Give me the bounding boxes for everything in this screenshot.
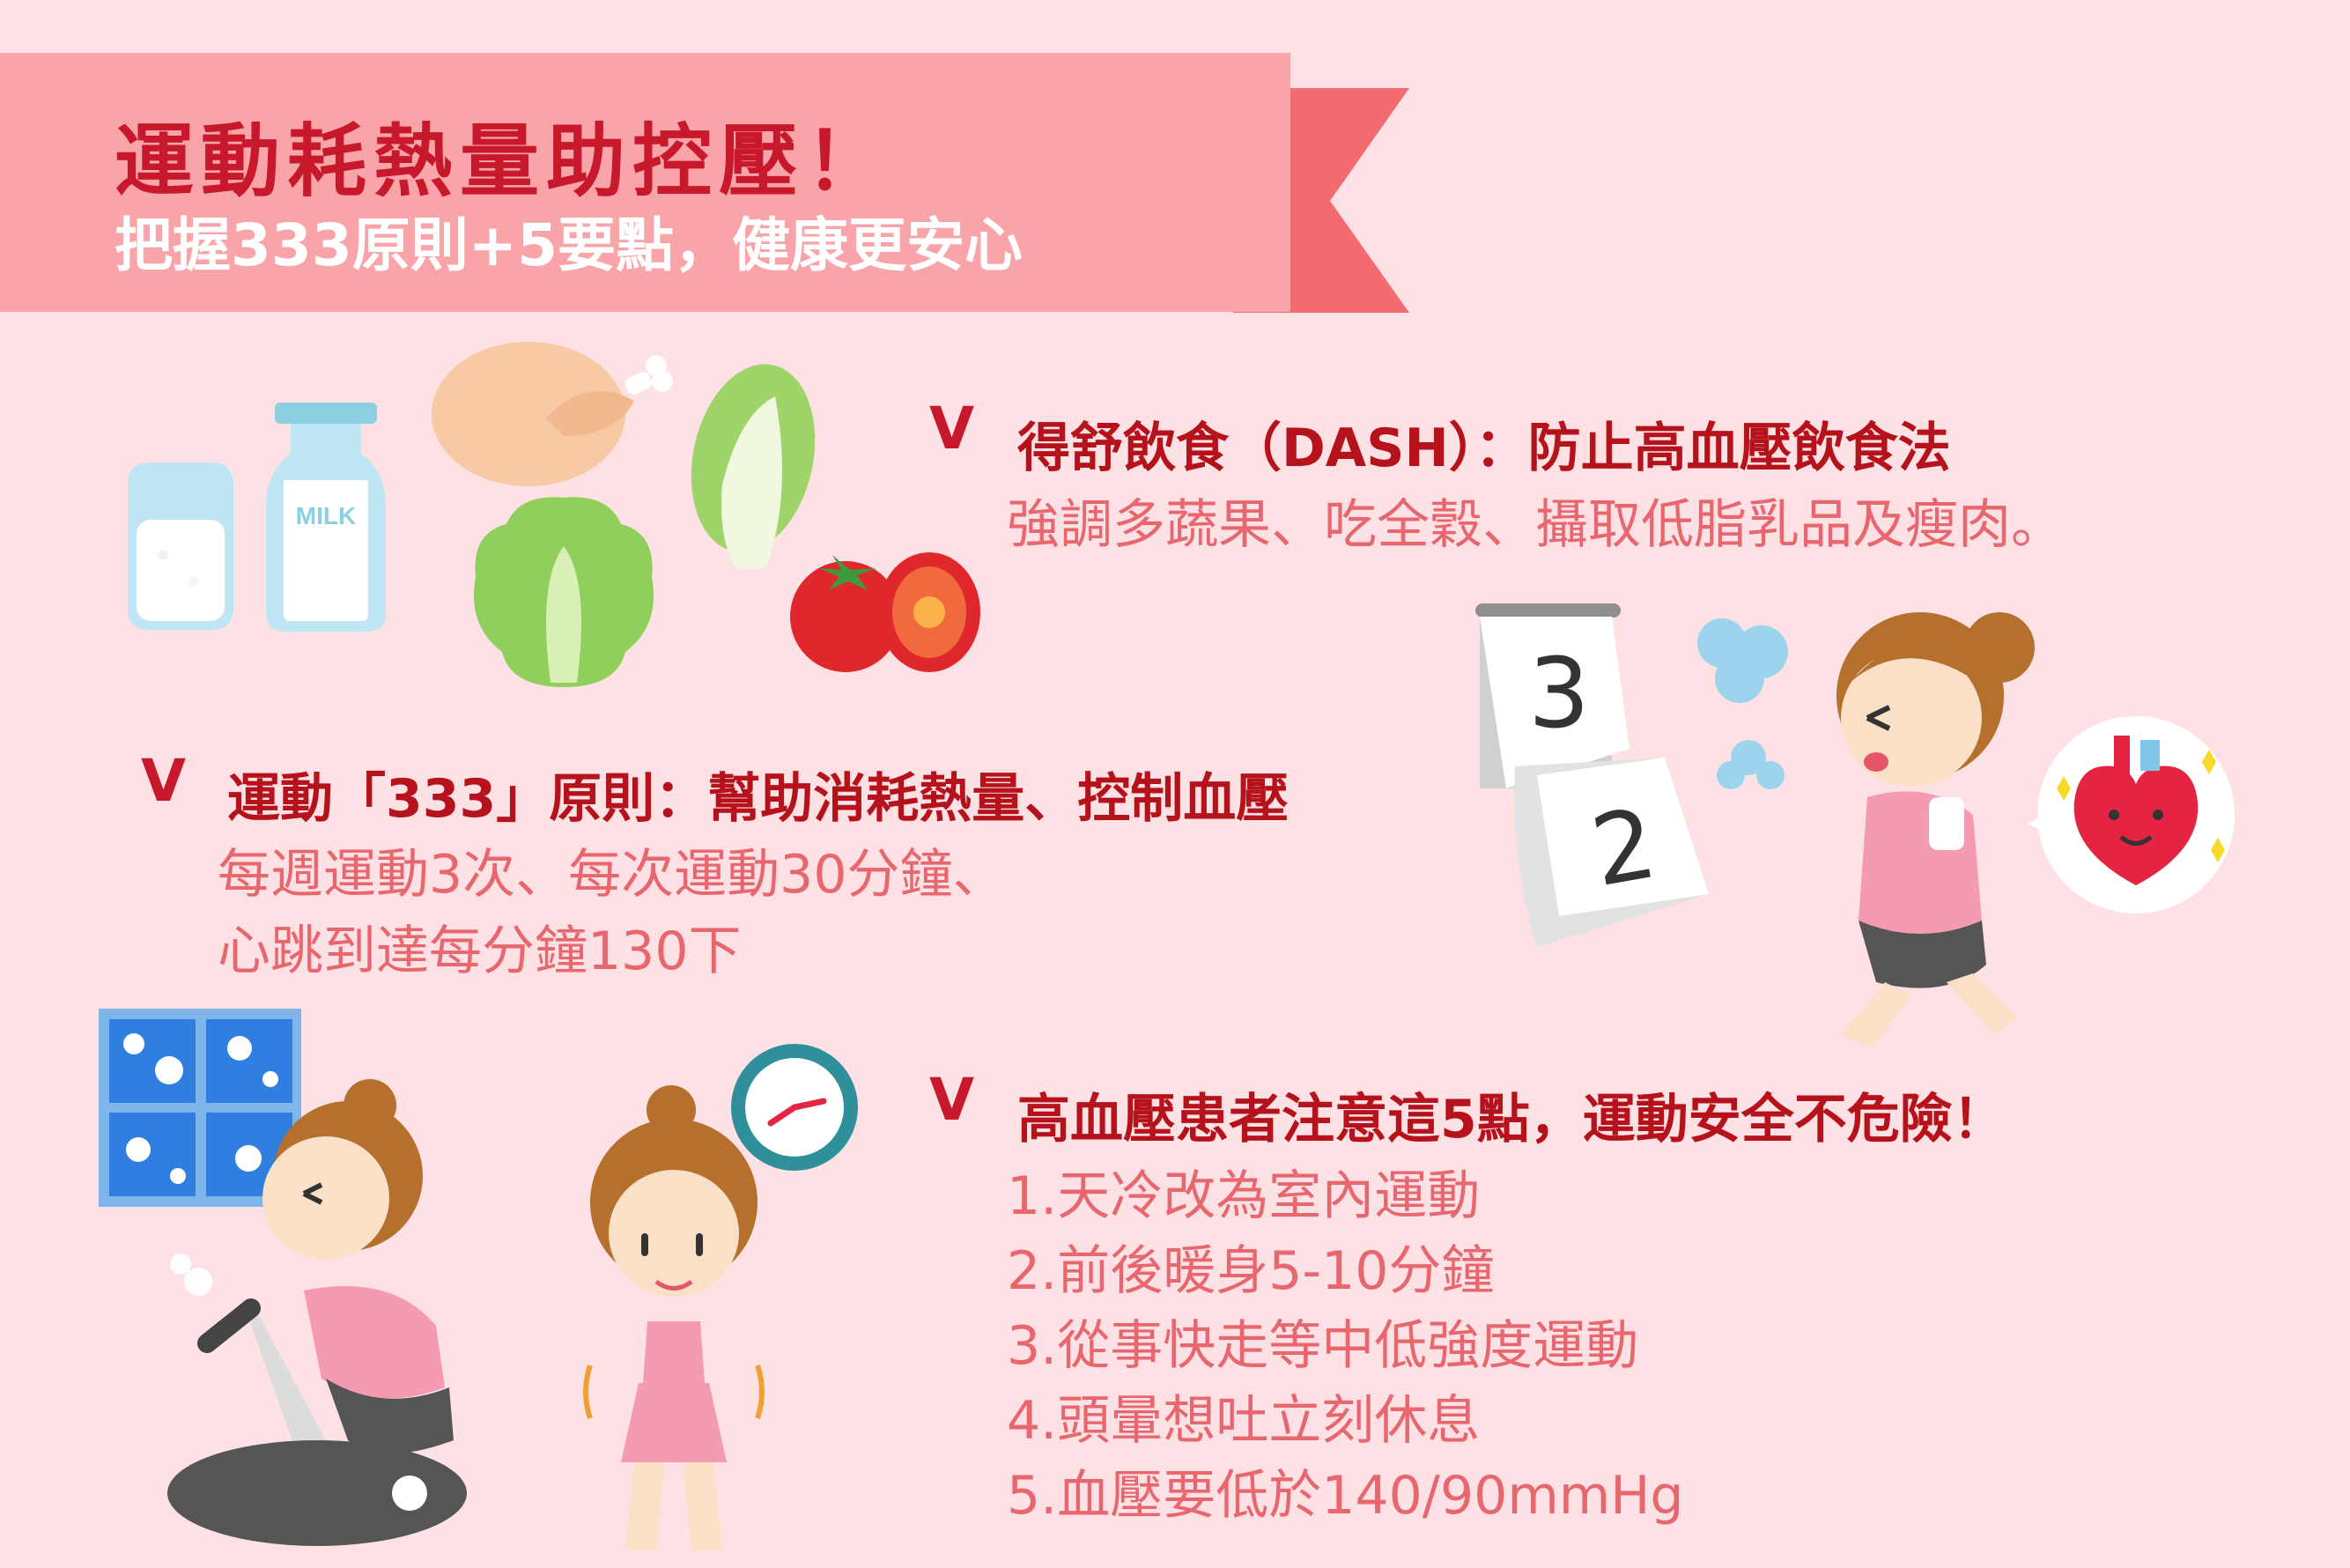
section-333-text-line-1: 每週運動3次、每次運動30分鐘、 <box>218 844 1006 906</box>
milk-bottle-label: MILK <box>296 502 356 529</box>
calendar-icon: 3 2 <box>1475 603 1709 947</box>
tip-item-5: 5.血壓要低於140/90mmHg <box>1007 1465 1684 1527</box>
milk-bottle-icon: MILK <box>266 403 386 632</box>
section-333-heading: 運動「333」原則：幫助消耗熱量、控制血壓 <box>227 768 1290 830</box>
lettuce-icon <box>474 497 654 687</box>
section-333-check-mark: V <box>141 747 187 815</box>
section-dash-text: 強調多蔬果、吃全穀、攝取低脂乳品及瘦肉。 <box>1007 494 2064 556</box>
tip-item-3: 3.從事快走等中低強度運動 <box>1007 1315 1639 1377</box>
sweat-puff-icon <box>1697 618 1788 789</box>
tomato-icon <box>790 552 980 672</box>
section-tips-check-mark: V <box>929 1066 975 1134</box>
napa-cabbage-icon <box>691 364 816 568</box>
tip-item-1: 1.天冷改為室內運動 <box>1007 1165 1481 1227</box>
section-tips-heading: 高血壓患者注意這5點，運動安全不危險！ <box>1017 1089 2006 1150</box>
page-title: 運動耗熱量助控壓！ <box>115 115 891 208</box>
tip-item-2: 2.前後暖身5-10分鐘 <box>1007 1240 1495 1302</box>
section-333-text-line-2: 心跳到達每分鐘130下 <box>218 921 742 982</box>
calendar-top-number: 3 <box>1528 637 1590 750</box>
roast-chicken-icon <box>432 342 673 486</box>
milk-glass-icon <box>128 462 233 630</box>
tip-item-4: 4.頭暈想吐立刻休息 <box>1007 1390 1481 1452</box>
exercise-bike-woman-icon <box>167 1079 467 1546</box>
page-subtitle: 把握333原則+5要點，健康更安心 <box>115 211 1023 279</box>
heart-icon <box>2028 716 2235 913</box>
section-dash-heading: 得舒飲食（DASH）：防止高血壓飲食法 <box>1017 418 1951 479</box>
stretching-woman-icon <box>583 1085 765 1550</box>
jogging-woman-icon <box>1836 612 2035 1048</box>
section-dash-check-mark: V <box>929 395 975 462</box>
